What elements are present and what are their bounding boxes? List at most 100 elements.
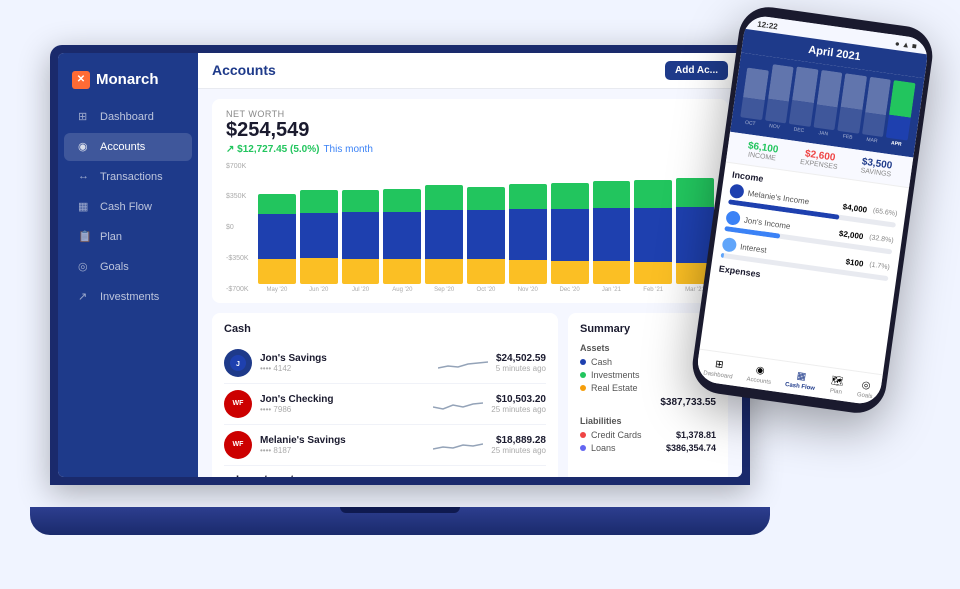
top-bar: Accounts Add Ac... (198, 53, 742, 89)
laptop-screen-border: ✕ Monarch ⊞ Dashboard ◉ Accounts (50, 45, 750, 485)
bar-label: Oct '20 (477, 287, 496, 293)
summary-item-realestate: Real Estate (580, 383, 716, 393)
phone-bar-expense (838, 106, 863, 133)
y-label-700k: $700K (226, 163, 249, 170)
bar-group: Sep '20 (425, 163, 463, 293)
loans-dot (580, 445, 586, 451)
account-icon-jons-savings: J (224, 349, 252, 377)
phone-bar-expense (789, 100, 814, 127)
account-name: Jon's Savings (260, 353, 430, 364)
assets-total: $387,733.55 (580, 397, 716, 408)
bar-label: Jan '21 (602, 287, 621, 293)
bar-stacked (467, 187, 505, 259)
account-item-melanies-savings: WF Melanie's Savings •••• 8187 (224, 425, 546, 466)
sparkline-jons-checking (433, 393, 483, 415)
phone-bar-income (889, 80, 915, 118)
bar-investments (425, 185, 463, 210)
add-account-button[interactable]: Add Ac... (665, 61, 728, 80)
bar-liabilities (342, 259, 380, 284)
phone-bar-month-label: DEC (793, 126, 804, 133)
net-worth-value: $254,549 (226, 119, 714, 142)
transactions-icon: ↔ (78, 170, 92, 184)
bar-label: Jun '20 (309, 287, 328, 293)
sidebar-item-label: Goals (100, 261, 129, 273)
y-label-350k: $350K (226, 193, 249, 200)
investments-dot (580, 372, 586, 378)
sidebar-item-cashflow[interactable]: ▦ Cash Flow (64, 193, 192, 221)
bar-label: Nov '20 (518, 287, 538, 293)
change-period: This month (323, 144, 372, 155)
bars-container: May '20 Jun '20 Jul '20 Aug '20 Sep '20 (258, 163, 714, 293)
creditcards-dot (580, 432, 586, 438)
account-time: 25 minutes ago (491, 446, 546, 455)
change-amount: ↗ $12,727.45 (5.0%) (226, 144, 319, 155)
main-content: Accounts Add Ac... NET WORTH $254,549 ↗ … (198, 53, 742, 477)
phone-bar-expense (740, 97, 764, 120)
interest-pct: (1.7%) (869, 260, 890, 270)
sidebar-item-dashboard[interactable]: ⊞ Dashboard (64, 103, 192, 131)
jons-pct: (32.8%) (869, 233, 894, 243)
bar-group: Oct '20 (467, 163, 505, 293)
accounts-row: Cash J Jon's Savings •••• 4142 (212, 313, 728, 477)
phone-content: Income Melanie's Income $4,000 (65.6%) (700, 162, 909, 374)
goals-icon: ◎ (78, 260, 92, 274)
bar-liabilities (383, 259, 421, 284)
bar-group: Nov '20 (509, 163, 547, 293)
bar-group: Jan '21 (593, 163, 631, 293)
jons-icon (725, 210, 741, 226)
bar-liabilities (425, 259, 463, 284)
plan-icon: 📋 (78, 230, 92, 244)
sidebar-item-label: Accounts (100, 141, 145, 153)
phone-nav-accounts-label: Accounts (746, 376, 771, 385)
bar-stacked (551, 183, 589, 261)
bar-assets (342, 212, 380, 259)
sidebar-item-goals[interactable]: ◎ Goals (64, 253, 192, 281)
laptop: ✕ Monarch ⊞ Dashboard ◉ Accounts (50, 45, 770, 535)
phone-nav-dashboard-icon: ⊞ (711, 356, 727, 372)
bar-liabilities (551, 261, 589, 284)
phone-nav-plan[interactable]: 🗺 Plan (828, 373, 845, 396)
sidebar-item-label: Transactions (100, 171, 163, 183)
cash-dot (580, 359, 586, 365)
sidebar-item-plan[interactable]: 📋 Plan (64, 223, 192, 251)
phone-nav-accounts[interactable]: ◉ Accounts (746, 361, 773, 385)
scene: ✕ Monarch ⊞ Dashboard ◉ Accounts (50, 15, 910, 575)
account-name: Melanie's Savings (260, 435, 425, 446)
melanies-amount: $4,000 (812, 197, 867, 213)
net-worth-section: NET WORTH $254,549 ↗ $12,727.45 (5.0%) T… (212, 99, 728, 303)
bar-chart: $700K $350K $0 -$350K -$700K (226, 163, 714, 293)
sidebar-item-transactions[interactable]: ↔ Transactions (64, 163, 192, 191)
bar-assets (300, 213, 338, 258)
chart-y-labels: $700K $350K $0 -$350K -$700K (226, 163, 249, 293)
phone-nav-cashflow[interactable]: ▦ Cash Flow (785, 367, 818, 392)
laptop-screen: ✕ Monarch ⊞ Dashboard ◉ Accounts (58, 53, 742, 477)
sidebar: ✕ Monarch ⊞ Dashboard ◉ Accounts (58, 53, 198, 477)
summary-item-creditcards: Credit Cards $1,378.81 (580, 430, 716, 440)
account-icon-melanies-savings: WF (224, 431, 252, 459)
bar-liabilities (509, 260, 547, 284)
interest-label: Interest (740, 241, 768, 254)
phone-nav-dashboard[interactable]: ⊞ Dashboard (703, 355, 735, 380)
bar-stacked (593, 181, 631, 261)
melanies-icon (729, 183, 745, 199)
phone-nav-dashboard-label: Dashboard (703, 370, 733, 380)
interest-bar-fill (720, 252, 724, 257)
sidebar-item-investments[interactable]: ↗ Investments (64, 283, 192, 311)
sidebar-item-label: Dashboard (100, 111, 154, 123)
liabilities-label: Liabilities (580, 416, 716, 426)
interest-icon (721, 236, 737, 252)
loans-amount: $386,354.74 (666, 443, 716, 453)
phone-bar-income (743, 67, 769, 100)
phone-nav-goals[interactable]: ◎ Goals (856, 377, 874, 400)
sidebar-item-accounts[interactable]: ◉ Accounts (64, 133, 192, 161)
phone-bar-stacked (889, 80, 915, 118)
bar-stacked (509, 184, 547, 260)
phone-bar-expense (862, 112, 886, 137)
phone-bar-month-label: JAN (818, 130, 828, 137)
phone-bar-stacked (841, 73, 867, 110)
sidebar-item-label: Investments (100, 291, 159, 303)
liabilities-section: Liabilities Credit Cards $1,378.81 Loans (580, 416, 716, 453)
phone-icons: ● ▲ ■ (894, 38, 917, 50)
bar-stacked (342, 190, 380, 259)
phone-bar-income (768, 64, 794, 102)
